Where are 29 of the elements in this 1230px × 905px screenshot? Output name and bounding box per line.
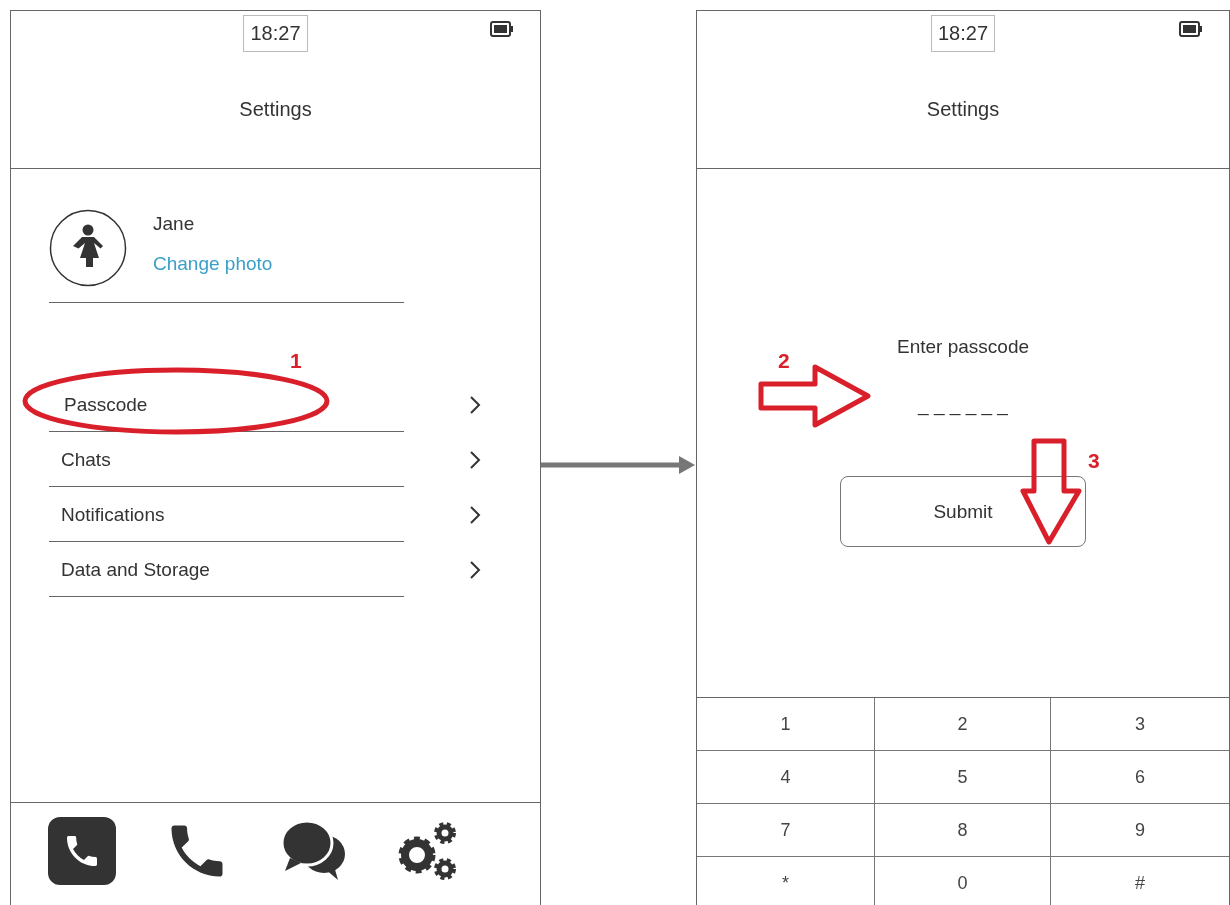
passcode-prompt: Enter passcode	[897, 336, 1029, 358]
chevron-icon	[469, 449, 481, 470]
menu-item[interactable]: Chats	[49, 432, 485, 487]
chevron-icon	[469, 559, 481, 580]
menu-item[interactable]: Passcode	[49, 377, 485, 432]
menu-item[interactable]: Data and Storage	[49, 542, 485, 597]
keypad-key[interactable]: 8	[875, 804, 1051, 857]
screen-title: Settings	[239, 98, 312, 121]
chevron-icon	[469, 394, 481, 415]
status-time: 18:27	[243, 15, 308, 52]
battery-icon	[1179, 21, 1203, 37]
screen-title: Settings	[926, 98, 1000, 121]
step-number: 2	[778, 350, 790, 371]
avatar-icon[interactable]	[49, 209, 127, 287]
keypad-key[interactable]: 5	[875, 751, 1051, 804]
submit-button[interactable]: Submit	[840, 476, 1086, 547]
keypad-key[interactable]: 2	[875, 698, 1051, 751]
keypad-key[interactable]: 1	[697, 698, 875, 751]
keypad-key[interactable]: 7	[697, 804, 875, 857]
step-number: 3	[1088, 450, 1100, 471]
profile-name: Jane	[153, 213, 196, 235]
keypad-key[interactable]: 4	[697, 751, 875, 804]
passcode-field[interactable]: _ _ _ _ _ _	[883, 394, 1043, 416]
battery-icon	[490, 21, 514, 37]
phone-icon[interactable]	[48, 817, 116, 885]
chevron-icon	[469, 504, 481, 525]
step-number: 1	[290, 350, 302, 371]
menu-item[interactable]: Notifications	[49, 487, 485, 542]
status-time: 18:27	[930, 15, 996, 52]
